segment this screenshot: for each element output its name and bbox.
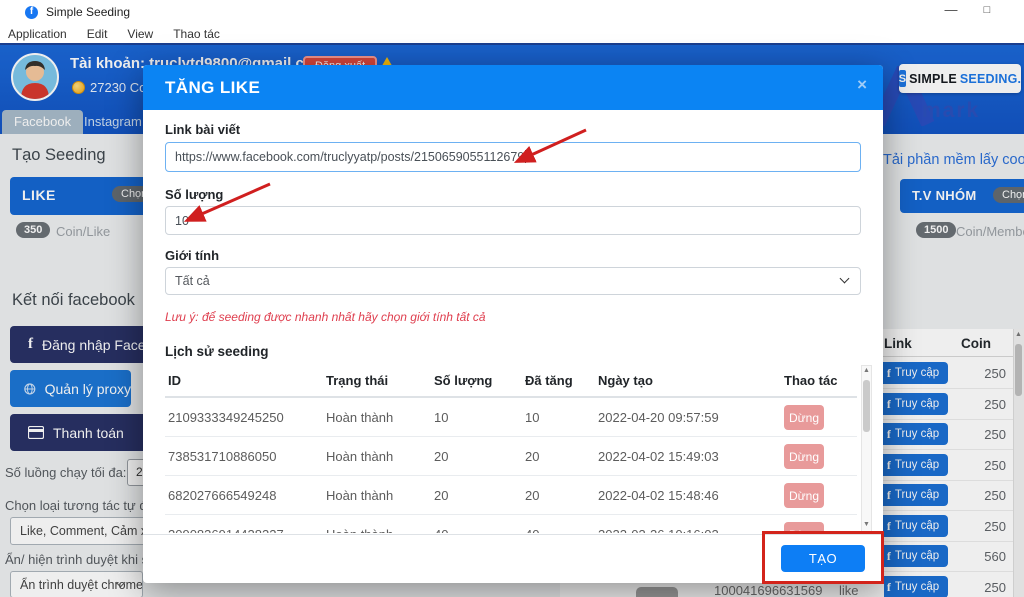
menu-thao-tac[interactable]: Thao tác: [173, 27, 220, 41]
col-quantity: Số lượng: [434, 373, 492, 388]
minimize-button[interactable]: —: [940, 2, 962, 17]
row-increased: 20: [525, 488, 539, 503]
row-increased: 20: [525, 449, 539, 464]
gender-field-label: Giới tính: [165, 248, 219, 263]
modal-title: TĂNG LIKE: [165, 78, 260, 98]
menu-view[interactable]: View: [127, 27, 153, 41]
quantity-input[interactable]: 10: [165, 206, 861, 235]
row-created: 2022-04-02 15:48:46: [598, 488, 719, 503]
annotation-highlight-box: [762, 531, 884, 584]
scroll-down-icon[interactable]: ▼: [863, 521, 870, 528]
row-status: Hoàn thành: [326, 527, 393, 533]
row-status: Hoàn thành: [326, 410, 393, 425]
col-id: ID: [168, 373, 181, 388]
history-table: ID Trạng thái Số lượng Đã tăng Ngày tạo …: [165, 365, 857, 533]
titlebar: f Simple Seeding — □: [0, 0, 1024, 24]
link-field-label: Link bài viết: [165, 122, 240, 137]
stop-button[interactable]: Dừng: [784, 483, 824, 508]
history-row: 738531710886050 Hoàn thành 20 20 2022-04…: [165, 437, 857, 476]
app-window: f Simple Seeding — □ Application Edit Vi…: [0, 0, 1024, 597]
gender-select-value: Tất cả: [175, 274, 210, 288]
col-increased: Đã tăng: [525, 373, 573, 388]
stop-button[interactable]: Dừng: [784, 444, 824, 469]
row-increased: 10: [525, 410, 539, 425]
quantity-field-label: Số lượng: [165, 187, 223, 202]
row-quantity: 20: [434, 488, 448, 503]
col-status: Trạng thái: [326, 373, 388, 388]
row-status: Hoàn thành: [326, 449, 393, 464]
text-caret: [525, 150, 526, 163]
history-scrollbar-thumb[interactable]: [863, 380, 870, 432]
row-quantity: 40: [434, 527, 448, 533]
history-row: 2109333349245250 Hoàn thành 10 10 2022-0…: [165, 398, 857, 437]
maximize-button[interactable]: □: [976, 4, 998, 16]
row-id: 2090836914428227: [168, 527, 284, 533]
history-row: 2090836914428227 Hoàn thành 40 40 2022-0…: [165, 515, 857, 533]
window-title: Simple Seeding: [46, 5, 130, 19]
close-icon[interactable]: ×: [857, 76, 867, 93]
link-input-value: https://www.facebook.com/truclyyatp/post…: [175, 150, 524, 164]
row-increased: 40: [525, 527, 539, 533]
row-id: 682027666549248: [168, 488, 276, 503]
tang-like-modal: TĂNG LIKE × Link bài viết https://www.fa…: [143, 65, 883, 583]
row-id: 738531710886050: [168, 449, 276, 464]
col-action: Thao tác: [784, 373, 837, 388]
row-quantity: 20: [434, 449, 448, 464]
link-input[interactable]: https://www.facebook.com/truclyyatp/post…: [165, 142, 861, 172]
gender-select[interactable]: Tất cả: [165, 267, 861, 295]
scroll-up-icon[interactable]: ▲: [863, 367, 870, 374]
history-table-header: ID Trạng thái Số lượng Đã tăng Ngày tạo …: [165, 365, 857, 398]
row-created: 2022-04-02 15:49:03: [598, 449, 719, 464]
row-status: Hoàn thành: [326, 488, 393, 503]
row-created: 2022-04-20 09:57:59: [598, 410, 719, 425]
col-created: Ngày tạo: [598, 373, 653, 388]
history-row: 682027666549248 Hoàn thành 20 20 2022-04…: [165, 476, 857, 515]
quantity-input-value: 10: [175, 214, 189, 228]
seeding-note: Lưu ý: để seeding được nhanh nhất hãy ch…: [165, 310, 486, 324]
menu-application[interactable]: Application: [8, 27, 67, 41]
stop-button[interactable]: Dừng: [784, 405, 824, 430]
history-heading: Lịch sử seeding: [165, 344, 269, 359]
row-created: 2022-03-26 10:16:02: [598, 527, 719, 533]
modal-header: TĂNG LIKE ×: [143, 65, 883, 110]
menu-edit[interactable]: Edit: [87, 27, 108, 41]
row-quantity: 10: [434, 410, 448, 425]
menubar: Application Edit View Thao tác: [0, 24, 1024, 43]
row-id: 2109333349245250: [168, 410, 284, 425]
app-facebook-icon: f: [25, 6, 38, 19]
